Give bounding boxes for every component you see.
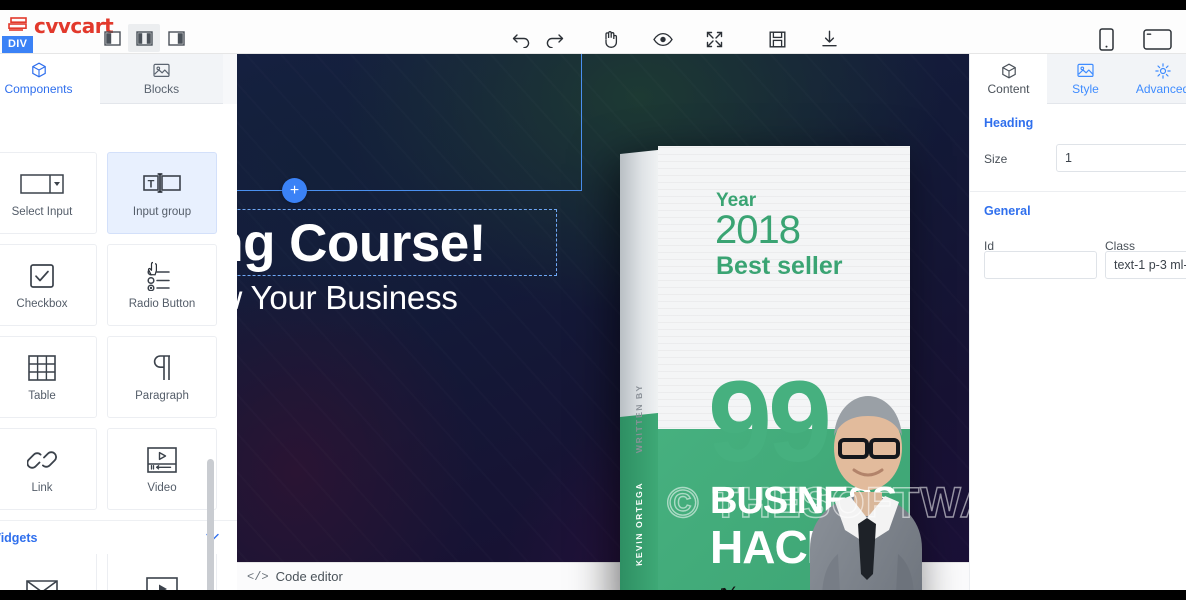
code-editor-label: Code editor xyxy=(275,569,343,584)
bottom-letterbox xyxy=(0,590,1186,600)
top-letterbox xyxy=(0,0,1186,10)
tab-style[interactable]: Style xyxy=(1047,54,1124,104)
book-spine-author: KEVIN ORTEGA xyxy=(634,481,644,567)
layout-left-icon[interactable] xyxy=(96,24,128,52)
component-label: Link xyxy=(31,482,53,495)
mail-icon xyxy=(26,572,58,590)
fullscreen-icon[interactable] xyxy=(698,26,731,52)
image-icon xyxy=(1077,63,1094,79)
cube-icon xyxy=(1001,63,1017,79)
widgets-section-header[interactable]: Widgets xyxy=(0,520,237,554)
section-divider xyxy=(970,191,1186,192)
select-input-icon xyxy=(20,167,64,201)
image-icon xyxy=(153,62,170,79)
component-label: Select Input xyxy=(11,206,73,219)
hand-icon[interactable] xyxy=(594,26,627,52)
tab-content[interactable]: Content xyxy=(970,54,1047,104)
component-table[interactable]: Table xyxy=(0,336,97,418)
widgets-section-label: Widgets xyxy=(0,530,38,545)
tab-components[interactable]: Components xyxy=(0,54,100,104)
selected-container-outline[interactable] xyxy=(237,54,582,191)
right-sidebar-tabs: Content Style Advanced xyxy=(970,54,1186,104)
code-icon: </> xyxy=(247,569,269,584)
cube-icon xyxy=(31,62,47,79)
cvvcart-logo-icon xyxy=(8,16,30,36)
tab-content-label: Content xyxy=(987,81,1030,96)
left-sidebar-tabs: Components Blocks xyxy=(0,54,237,104)
book-year-value: 2018 xyxy=(715,208,801,252)
input-group-icon: T xyxy=(140,167,184,201)
components-grid: Select Input T Input group Checkbox Radi… xyxy=(0,104,237,590)
video-player-icon xyxy=(146,572,178,590)
editor-action-tools xyxy=(505,26,846,52)
editor-canvas[interactable]: + azing Course! o Grow Your Business bor… xyxy=(237,54,969,590)
desktop-view-icon[interactable] xyxy=(1141,26,1174,52)
widgets-grid xyxy=(0,548,237,590)
component-label: Paragraph xyxy=(135,390,189,403)
page-subtitle[interactable]: o Grow Your Business xyxy=(237,279,557,317)
component-radio-button[interactable]: Radio Button xyxy=(107,244,217,326)
checkbox-icon xyxy=(29,259,55,293)
selected-element-tag-badge: DIV xyxy=(2,36,34,53)
book-spine: WRITTEN BY KEVIN ORTEGA xyxy=(620,149,660,590)
widget-card[interactable] xyxy=(107,548,217,590)
book-spine-written-by: WRITTEN BY xyxy=(634,383,644,454)
video-icon xyxy=(147,443,177,477)
top-toolbar: cvvcart DIV xyxy=(0,10,1186,54)
gear-icon xyxy=(1154,62,1171,79)
save-icon[interactable] xyxy=(761,26,794,52)
component-paragraph[interactable]: Paragraph xyxy=(107,336,217,418)
link-icon xyxy=(27,443,57,477)
redo-icon[interactable] xyxy=(538,26,571,52)
layout-split-icon[interactable] xyxy=(128,24,160,52)
layout-right-icon[interactable] xyxy=(160,24,192,52)
component-video[interactable]: Video xyxy=(107,428,217,510)
mobile-view-icon[interactable] xyxy=(1090,26,1123,52)
component-label: Input group xyxy=(132,206,192,219)
book-best-seller-label: Best seller xyxy=(716,252,843,280)
right-sidebar: Content Style Advanced Heading Size 1 Ge… xyxy=(969,54,1186,590)
id-input[interactable] xyxy=(984,251,1097,279)
general-section-title: General xyxy=(984,204,1031,218)
left-sidebar: Components Blocks Select Input T Input g… xyxy=(0,54,237,590)
component-checkbox[interactable]: Checkbox xyxy=(0,244,97,326)
paragraph-icon xyxy=(149,351,175,385)
component-select-input[interactable]: Select Input xyxy=(0,152,97,234)
undo-icon[interactable] xyxy=(505,26,538,52)
add-block-button[interactable]: + xyxy=(282,178,307,203)
component-label: Table xyxy=(28,390,56,403)
page-title[interactable]: azing Course! xyxy=(237,209,557,277)
tab-blocks[interactable]: Blocks xyxy=(100,54,223,104)
tab-style-label: Style xyxy=(1072,81,1099,96)
size-input[interactable]: 1 xyxy=(1056,144,1186,172)
tab-advanced-label: Advanced xyxy=(1135,81,1186,96)
hero-text-block: azing Course! o Grow Your Business xyxy=(237,209,557,317)
heading-section-title: Heading xyxy=(984,116,1034,130)
table-icon xyxy=(28,351,56,385)
component-label: Video xyxy=(147,482,177,495)
app-window: cvvcart DIV Components Blocks Select Inp… xyxy=(0,10,1186,590)
device-preview-toggles xyxy=(1090,26,1174,52)
svg-text:T: T xyxy=(148,179,155,191)
left-panel-scrollbar[interactable] xyxy=(207,459,214,590)
component-input-group[interactable]: T Input group xyxy=(107,152,217,234)
component-label: Radio Button xyxy=(128,298,196,311)
book-mockup-image[interactable]: WRITTEN BY KEVIN ORTEGA Year 2018 Best s… xyxy=(620,146,922,590)
components-list[interactable]: Select Input T Input group Checkbox Radi… xyxy=(0,104,237,590)
class-input[interactable]: text-1 p-3 ml- xyxy=(1105,251,1186,279)
download-icon[interactable] xyxy=(813,26,846,52)
tab-blocks-label: Blocks xyxy=(143,81,180,96)
radio-button-icon xyxy=(145,259,179,293)
component-label: Checkbox xyxy=(16,298,68,311)
widget-card[interactable] xyxy=(0,548,97,590)
tab-components-label: Components xyxy=(4,81,73,96)
author-photo xyxy=(810,396,922,590)
tab-advanced[interactable]: Advanced xyxy=(1124,54,1186,104)
component-link[interactable]: Link xyxy=(0,428,97,510)
size-label: Size xyxy=(984,152,1008,166)
panel-layout-toggles xyxy=(96,24,192,52)
eye-icon[interactable] xyxy=(646,26,679,52)
